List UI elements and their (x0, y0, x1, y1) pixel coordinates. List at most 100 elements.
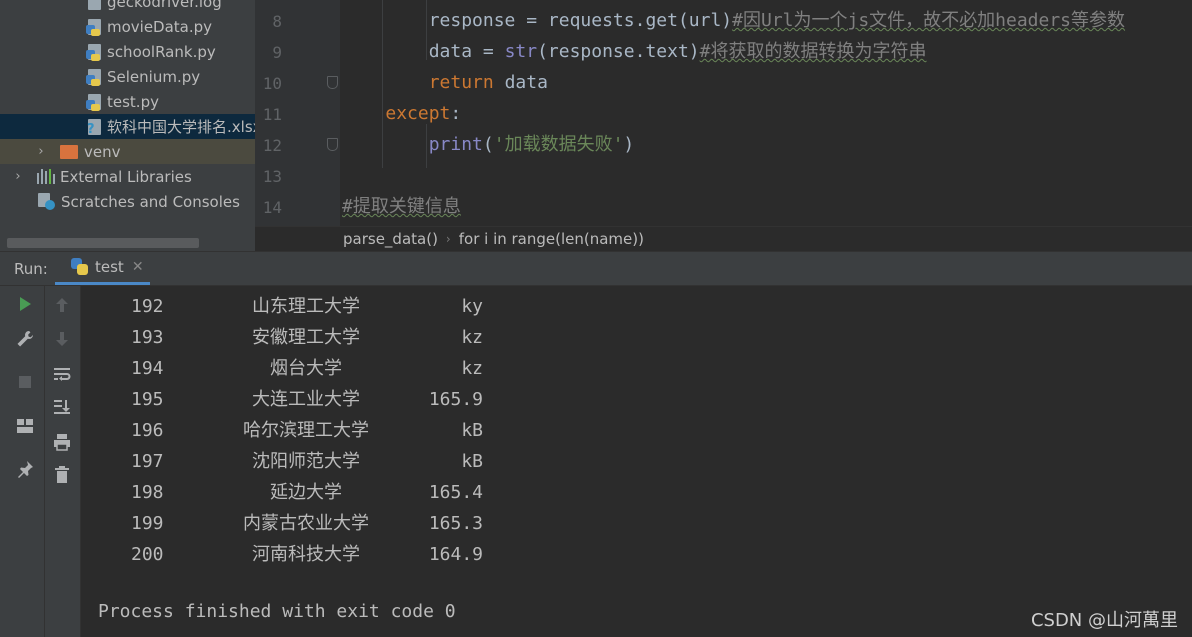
exit-message: Process finished with exit code 0 (98, 601, 456, 622)
unknown-file-icon: ? (86, 118, 103, 137)
python-file-icon (86, 18, 103, 36)
close-icon[interactable]: ✕ (132, 259, 144, 275)
code-line[interactable]: response = requests.get(url)#因Url为一个js文件… (342, 9, 1125, 33)
console-rank: 192 (131, 296, 164, 317)
modify-config-button[interactable] (12, 326, 38, 352)
console-rank: 198 (131, 482, 164, 503)
trash-icon (55, 466, 69, 483)
tree-item-scratches[interactable]: Scratches and Consoles (0, 189, 255, 214)
console-name: 河南科技大学 (252, 544, 360, 565)
tree-item-label: schoolRank.py (107, 42, 216, 61)
tree-item-file[interactable]: schoolRank.py (0, 39, 255, 64)
breadcrumb: parse_data() › for i in range(len(name)) (255, 226, 1192, 251)
console-name: 山东理工大学 (252, 296, 360, 317)
console-score: 164.9 (428, 544, 483, 565)
line-number: 13 (262, 167, 282, 186)
library-icon (37, 169, 55, 184)
tree-item-external-libraries[interactable]: › External Libraries (0, 164, 255, 189)
layout-button[interactable] (12, 413, 38, 439)
console-rank: 200 (131, 544, 164, 565)
fold-marker-icon[interactable] (327, 138, 338, 151)
tree-item-file[interactable]: ? 软科中国大学排名.xlsx (0, 114, 255, 139)
line-number: 8 (272, 12, 282, 31)
console-rank: 197 (131, 451, 164, 472)
code-token-comment: #因Url为一个js文件，故不必加headers等参数 (732, 10, 1126, 31)
breadcrumb-item-loop[interactable]: for i in range(len(name)) (459, 230, 644, 248)
fold-marker-icon[interactable] (327, 76, 338, 89)
python-file-icon (86, 93, 103, 111)
line-number: 11 (262, 105, 282, 124)
stop-button[interactable] (12, 369, 38, 395)
code-token-plain: data = (428, 41, 505, 62)
code-line[interactable]: return data (342, 71, 548, 95)
scroll-to-end-icon (54, 400, 70, 414)
print-button[interactable] (49, 429, 75, 455)
code-line[interactable]: except: (342, 102, 461, 126)
console-line: 193 安徽理工大学 kz (81, 322, 681, 353)
pin-tab-button[interactable] (12, 456, 38, 482)
chevron-right-icon[interactable]: › (11, 169, 25, 184)
pin-icon (18, 461, 33, 478)
arrow-up-icon (56, 298, 68, 312)
tree-item-file[interactable]: movieData.py (0, 14, 255, 39)
console-line: 200 河南科技大学 164.9 (81, 539, 681, 570)
code-token-plain: response = requests.get(url) (428, 10, 733, 31)
tree-item-label: Scratches and Consoles (61, 192, 240, 211)
tree-item-label: venv (84, 142, 121, 161)
chevron-right-icon: › (445, 232, 451, 246)
clear-all-button[interactable] (49, 462, 75, 488)
code-area[interactable]: response = requests.get(url)#因Url为一个js文件… (342, 0, 1192, 226)
python-icon (71, 258, 89, 276)
code-token-builtin: str (504, 41, 538, 62)
chevron-right-icon[interactable]: › (34, 144, 48, 159)
tree-item-venv[interactable]: › venv (0, 139, 255, 164)
python-file-icon (86, 43, 103, 61)
console-name: 大连工业大学 (252, 389, 360, 410)
breadcrumb-item-function[interactable]: parse_data() (343, 230, 438, 248)
scroll-up-button[interactable] (49, 292, 75, 318)
layout-icon (17, 419, 33, 433)
arrow-down-icon (56, 332, 68, 346)
console-rank: 195 (131, 389, 164, 410)
code-token-string: '加载数据失败' (493, 134, 624, 155)
folder-icon (60, 144, 78, 159)
console-line: 198 延边大学 165.4 (81, 477, 681, 508)
code-token-keyword: except (385, 103, 451, 124)
tree-item-file[interactable]: geckodriver.log (0, 0, 255, 14)
code-token-plain: data (493, 72, 548, 93)
scroll-down-button[interactable] (49, 326, 75, 352)
console-name: 内蒙古农业大学 (243, 513, 369, 534)
tree-item-label: Selenium.py (107, 67, 201, 86)
console-name: 沈阳师范大学 (252, 451, 360, 472)
run-tab-label: test (95, 258, 124, 276)
line-number: 14 (262, 198, 282, 217)
console-line: 196 哈尔滨理工大学 kB (81, 415, 681, 446)
run-toolbar-secondary (45, 286, 81, 637)
console-line: 194 烟台大学 kz (81, 353, 681, 384)
soft-wrap-button[interactable] (49, 361, 75, 387)
console-score: kB (461, 420, 483, 441)
scroll-to-end-button[interactable] (49, 394, 75, 420)
console-line: 197 沈阳师范大学 kB (81, 446, 681, 477)
tree-item-label: External Libraries (60, 167, 192, 186)
code-line[interactable]: data = str(response.text)#将获取的数据转换为字符串 (342, 40, 927, 64)
code-editor[interactable]: 8 9 10 11 12 13 14 response = requests.get(url… (255, 0, 1192, 226)
tree-item-file[interactable]: Selenium.py (0, 64, 255, 89)
console-output[interactable]: 192 山东理工大学 ky 193 安徽理工大学 kz 194 烟台大学 kz 195 大连工业大学… (81, 286, 1192, 637)
rerun-button[interactable] (12, 291, 38, 317)
code-token-plain: ( (482, 134, 494, 155)
python-file-icon (86, 68, 103, 86)
project-tree: geckodriver.log movieData.py schoolRank.py… (0, 0, 255, 251)
console-rank: 196 (131, 420, 164, 441)
run-tab-test[interactable]: test ✕ (55, 252, 150, 285)
tree-item-label: 软科中国大学排名.xlsx (107, 118, 255, 136)
tree-item-label: geckodriver.log (107, 0, 222, 11)
code-line[interactable]: print('加载数据失败') (342, 133, 635, 157)
line-number: 9 (272, 43, 282, 62)
stop-icon (19, 376, 31, 388)
tree-horizontal-scrollbar[interactable] (7, 238, 199, 248)
code-line[interactable]: #提取关键信息 (342, 195, 461, 219)
console-score: ky (461, 296, 483, 317)
console-rank: 193 (131, 327, 164, 348)
tree-item-file[interactable]: test.py (0, 89, 255, 114)
